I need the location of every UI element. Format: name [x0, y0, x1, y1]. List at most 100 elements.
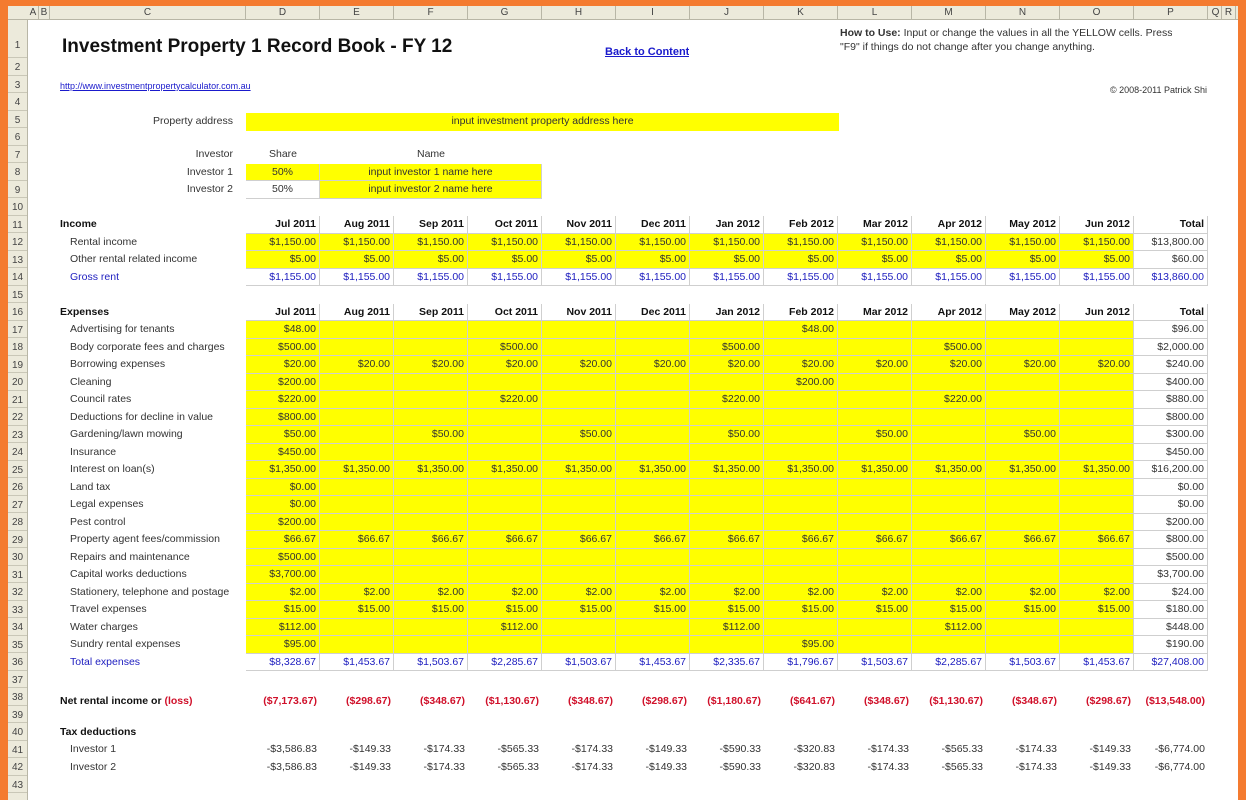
- expense-input[interactable]: [912, 443, 986, 461]
- row-header[interactable]: 2: [8, 58, 27, 76]
- expense-input[interactable]: $1,350.00: [1060, 461, 1134, 479]
- expense-input[interactable]: [542, 513, 616, 531]
- expense-input[interactable]: $220.00: [912, 391, 986, 409]
- row-header[interactable]: 39: [8, 706, 27, 723]
- expense-input[interactable]: [764, 548, 838, 566]
- expense-input[interactable]: $112.00: [912, 618, 986, 636]
- expense-input[interactable]: $1,350.00: [690, 461, 764, 479]
- expense-input[interactable]: [542, 338, 616, 356]
- income-input[interactable]: $5.00: [468, 251, 542, 269]
- column-header[interactable]: J: [690, 6, 764, 19]
- expense-input[interactable]: [616, 478, 690, 496]
- expense-input[interactable]: [838, 321, 912, 339]
- row-header[interactable]: 25: [8, 461, 27, 478]
- expense-input[interactable]: $2.00: [986, 583, 1060, 601]
- expense-input[interactable]: $2.00: [1060, 583, 1134, 601]
- row-header[interactable]: 29: [8, 531, 27, 548]
- website-link[interactable]: http://www.investmentpropertycalculator.…: [60, 78, 251, 96]
- expense-input[interactable]: [986, 548, 1060, 566]
- expense-input[interactable]: $500.00: [690, 338, 764, 356]
- expense-input[interactable]: [1060, 408, 1134, 426]
- expense-input[interactable]: [394, 636, 468, 654]
- expense-input[interactable]: [1060, 566, 1134, 584]
- expense-input[interactable]: [468, 496, 542, 514]
- expense-input[interactable]: [690, 636, 764, 654]
- expense-input[interactable]: [542, 478, 616, 496]
- row-header[interactable]: 10: [8, 198, 27, 216]
- income-input[interactable]: $1,150.00: [616, 233, 690, 251]
- expense-input[interactable]: $112.00: [468, 618, 542, 636]
- row-header[interactable]: 15: [8, 286, 27, 303]
- income-input[interactable]: $5.00: [542, 251, 616, 269]
- column-header[interactable]: H: [542, 6, 616, 19]
- row-header[interactable]: 21: [8, 391, 27, 408]
- expense-input[interactable]: [764, 566, 838, 584]
- back-to-content-link[interactable]: Back to Content: [605, 44, 689, 62]
- income-input[interactable]: $5.00: [320, 251, 394, 269]
- row-header[interactable]: 41: [8, 741, 27, 758]
- expense-input[interactable]: $20.00: [394, 356, 468, 374]
- row-header[interactable]: 5: [8, 111, 27, 128]
- expense-input[interactable]: $220.00: [690, 391, 764, 409]
- expense-input[interactable]: [690, 496, 764, 514]
- row-header[interactable]: 37: [8, 671, 27, 688]
- expense-input[interactable]: [394, 443, 468, 461]
- expense-input[interactable]: [838, 618, 912, 636]
- expense-input[interactable]: $1,350.00: [986, 461, 1060, 479]
- expense-input[interactable]: [986, 408, 1060, 426]
- expense-input[interactable]: [542, 321, 616, 339]
- expense-input[interactable]: [838, 496, 912, 514]
- investor-share-input[interactable]: 50%: [246, 181, 320, 199]
- expense-input[interactable]: [1060, 513, 1134, 531]
- income-input[interactable]: $1,150.00: [986, 233, 1060, 251]
- expense-input[interactable]: $500.00: [246, 338, 320, 356]
- income-input[interactable]: $5.00: [912, 251, 986, 269]
- expense-input[interactable]: $66.67: [764, 531, 838, 549]
- expense-input[interactable]: [320, 566, 394, 584]
- row-header[interactable]: 23: [8, 426, 27, 443]
- row-header[interactable]: 1: [8, 20, 27, 58]
- expense-input[interactable]: [838, 513, 912, 531]
- row-header[interactable]: 14: [8, 268, 27, 286]
- expense-input[interactable]: [320, 478, 394, 496]
- row-header[interactable]: 17: [8, 321, 27, 338]
- expense-input[interactable]: [838, 391, 912, 409]
- expense-input[interactable]: [394, 408, 468, 426]
- expense-input[interactable]: [542, 391, 616, 409]
- expense-input[interactable]: [1060, 443, 1134, 461]
- expense-input[interactable]: [912, 566, 986, 584]
- property-address-input[interactable]: input investment property address here: [246, 113, 839, 131]
- column-header[interactable]: E: [320, 6, 394, 19]
- income-input[interactable]: $1,150.00: [320, 233, 394, 251]
- expense-input[interactable]: [986, 443, 1060, 461]
- expense-input[interactable]: $15.00: [690, 601, 764, 619]
- expense-input[interactable]: [986, 391, 1060, 409]
- expense-input[interactable]: [468, 513, 542, 531]
- expense-input[interactable]: $1,350.00: [838, 461, 912, 479]
- expense-input[interactable]: [616, 443, 690, 461]
- expense-input[interactable]: [320, 548, 394, 566]
- expense-input[interactable]: [320, 443, 394, 461]
- expense-input[interactable]: $0.00: [246, 478, 320, 496]
- expense-input[interactable]: [616, 321, 690, 339]
- expense-input[interactable]: [764, 478, 838, 496]
- column-header[interactable]: C: [50, 6, 246, 19]
- expense-input[interactable]: [838, 408, 912, 426]
- expense-input[interactable]: [986, 513, 1060, 531]
- expense-input[interactable]: $66.67: [986, 531, 1060, 549]
- expense-input[interactable]: [468, 478, 542, 496]
- column-header[interactable]: B: [39, 6, 50, 19]
- column-header[interactable]: I: [616, 6, 690, 19]
- expense-input[interactable]: [394, 566, 468, 584]
- expense-input[interactable]: $20.00: [764, 356, 838, 374]
- expense-input[interactable]: [1060, 426, 1134, 444]
- expense-input[interactable]: [616, 408, 690, 426]
- expense-input[interactable]: [320, 513, 394, 531]
- expense-input[interactable]: $1,350.00: [468, 461, 542, 479]
- expense-input[interactable]: $20.00: [468, 356, 542, 374]
- expense-input[interactable]: $15.00: [838, 601, 912, 619]
- expense-input[interactable]: $220.00: [468, 391, 542, 409]
- column-header[interactable]: Q: [1210, 6, 1222, 19]
- expense-input[interactable]: [394, 496, 468, 514]
- income-input[interactable]: $1,150.00: [764, 233, 838, 251]
